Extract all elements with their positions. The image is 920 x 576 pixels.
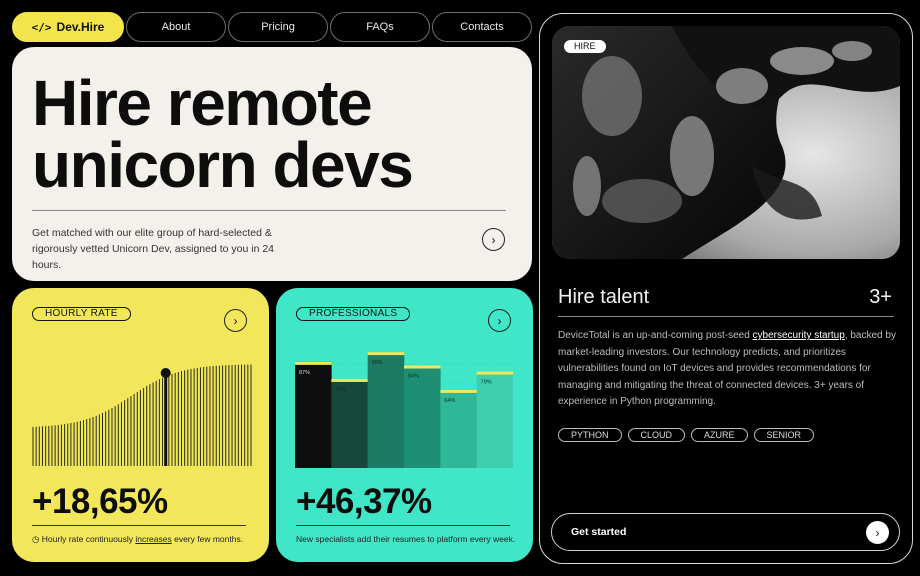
- chart-bar: [404, 365, 441, 468]
- chevron-right-icon: ›: [875, 525, 880, 540]
- nav-contacts[interactable]: Contacts: [432, 12, 532, 42]
- skill-tags: PYTHON CLOUD AZURE SENIOR: [558, 428, 815, 442]
- hero-title-line-2: unicorn devs: [32, 129, 414, 201]
- skill-tag-python[interactable]: PYTHON: [558, 428, 622, 442]
- hire-talent-panel: HIRE Hire talent 3+ DeviceTotal is an up…: [539, 13, 913, 564]
- hero-divider: [32, 210, 506, 211]
- chart-data-label: 87%: [299, 370, 310, 376]
- nav-pricing[interactable]: Pricing: [228, 12, 328, 42]
- hourly-rate-graphic: [32, 364, 252, 466]
- chart-bar: [295, 361, 332, 468]
- chart-data-label: 84%: [408, 374, 419, 380]
- chart-bar-cap: [476, 371, 513, 375]
- hourly-divider: [32, 525, 246, 526]
- abstract-3d-image: [552, 26, 900, 259]
- chart-bar-cap: [331, 378, 368, 382]
- hourly-footnote: ◷ Hourly rate continuously increases eve…: [32, 534, 243, 545]
- skill-tag-azure[interactable]: AZURE: [691, 428, 748, 442]
- hire-description: DeviceTotal is an up-and-coming post-see…: [558, 328, 898, 411]
- cybersecurity-link[interactable]: cybersecurity startup: [753, 330, 845, 341]
- get-started-label: Get started: [571, 526, 627, 538]
- code-icon: </>: [31, 20, 52, 34]
- hire-divider: [558, 316, 894, 317]
- chart-data-label: 64%: [444, 398, 455, 404]
- top-nav: </> Dev.Hire About Pricing FAQs Contacts: [12, 12, 532, 42]
- skill-tag-senior[interactable]: SENIOR: [753, 428, 815, 442]
- hire-text-start: DeviceTotal is an up-and-coming post-see…: [558, 330, 753, 341]
- rate-marker-dot: [160, 368, 171, 378]
- increases-link[interactable]: increases: [135, 534, 171, 544]
- professionals-value: +46,37%: [296, 482, 432, 521]
- professionals-bar-chart: 87% 73% 95% 84% 64% 79%: [295, 352, 513, 468]
- hourly-rate-tag: HOURLY RATE: [32, 307, 131, 321]
- chevron-right-icon: ›: [491, 232, 496, 247]
- chart-bar: [367, 352, 405, 468]
- hire-talent-title: Hire talent: [558, 286, 650, 308]
- chart-bar-cap: [404, 365, 441, 369]
- logo-button[interactable]: </> Dev.Hire: [12, 12, 124, 42]
- nav-faqs[interactable]: FAQs: [330, 12, 430, 42]
- chart-bar-cap: [367, 352, 405, 356]
- chart-data-label: 95%: [372, 360, 383, 366]
- hero-description: Get matched with our elite group of hard…: [32, 227, 275, 271]
- clock-icon: ◷: [32, 534, 40, 544]
- professionals-divider: [296, 525, 510, 526]
- professionals-card: PROFESSIONALS › 87% 73% 95% 84% 64% 79% +46,3…: [276, 288, 533, 562]
- professionals-tag: PROFESSIONALS: [296, 307, 411, 321]
- hire-tag: HIRE: [564, 40, 606, 53]
- get-started-button[interactable]: Get started ›: [551, 513, 900, 551]
- hourly-foot-text: Hourly rate continuously: [41, 534, 136, 544]
- hero-title-line-1: Hire remote: [32, 67, 373, 139]
- hero-title: Hire remote unicorn devs: [32, 67, 522, 201]
- hire-text-end: , backed by market-leading investors. Ou…: [558, 330, 896, 407]
- nav-about[interactable]: About: [126, 12, 226, 42]
- skill-tag-cloud[interactable]: CLOUD: [627, 428, 686, 442]
- chart-data-label: 79%: [481, 380, 492, 386]
- professionals-footnote: New specialists add their resumes to pla…: [296, 534, 516, 544]
- hourly-foot-text-end: every few months.: [171, 534, 244, 544]
- hourly-rate-value: +18,65%: [32, 482, 168, 521]
- hero-arrow-button[interactable]: ›: [482, 228, 505, 251]
- hire-talent-count: 3+: [869, 286, 892, 308]
- chart-bar-cap: [295, 361, 332, 365]
- chart-data-label: 73%: [335, 387, 346, 393]
- professionals-arrow-button[interactable]: ›: [488, 309, 511, 332]
- logo-label: Dev.Hire: [56, 20, 105, 34]
- chevron-right-icon: ›: [497, 313, 502, 328]
- hourly-arrow-button[interactable]: ›: [224, 309, 247, 332]
- chart-bar: [476, 371, 513, 468]
- hourly-rate-card: HOURLY RATE › +18,65% ◷ Hourly rate cont…: [12, 288, 269, 562]
- chevron-right-icon: ›: [233, 313, 238, 328]
- hero-card: Hire remote unicorn devs Get matched wit…: [12, 47, 532, 281]
- chart-bar-cap: [440, 389, 477, 393]
- arrow-right-icon[interactable]: ›: [866, 521, 889, 544]
